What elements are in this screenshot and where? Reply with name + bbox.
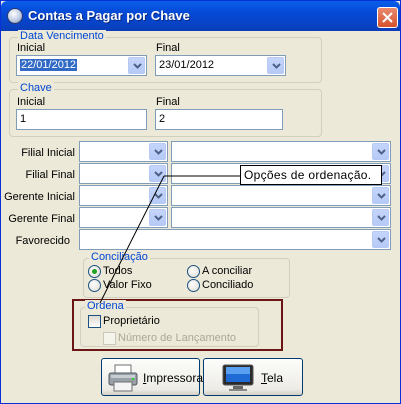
close-button[interactable]: [377, 7, 398, 28]
tooltip-ordenacao: Opções de ordenação.: [240, 165, 382, 185]
app-icon: [7, 8, 23, 24]
printer-icon: [108, 364, 138, 392]
callout-line: [99, 175, 241, 304]
tela-button[interactable]: Tela: [203, 358, 303, 396]
window-title: Contas a Pagar por Chave: [28, 8, 190, 23]
dialog-body: Data Vencimento Inicial 22/01/2012 Final…: [4, 30, 397, 402]
impressora-label: Impressora: [143, 371, 204, 385]
close-icon: [382, 12, 393, 23]
tela-label: Tela: [261, 371, 284, 385]
monitor-icon: [222, 364, 254, 391]
dialog-window: Contas a Pagar por Chave Data Vencimento…: [0, 0, 401, 404]
impressora-button[interactable]: Impressora: [101, 358, 204, 396]
title-bar[interactable]: Contas a Pagar por Chave: [1, 1, 400, 31]
